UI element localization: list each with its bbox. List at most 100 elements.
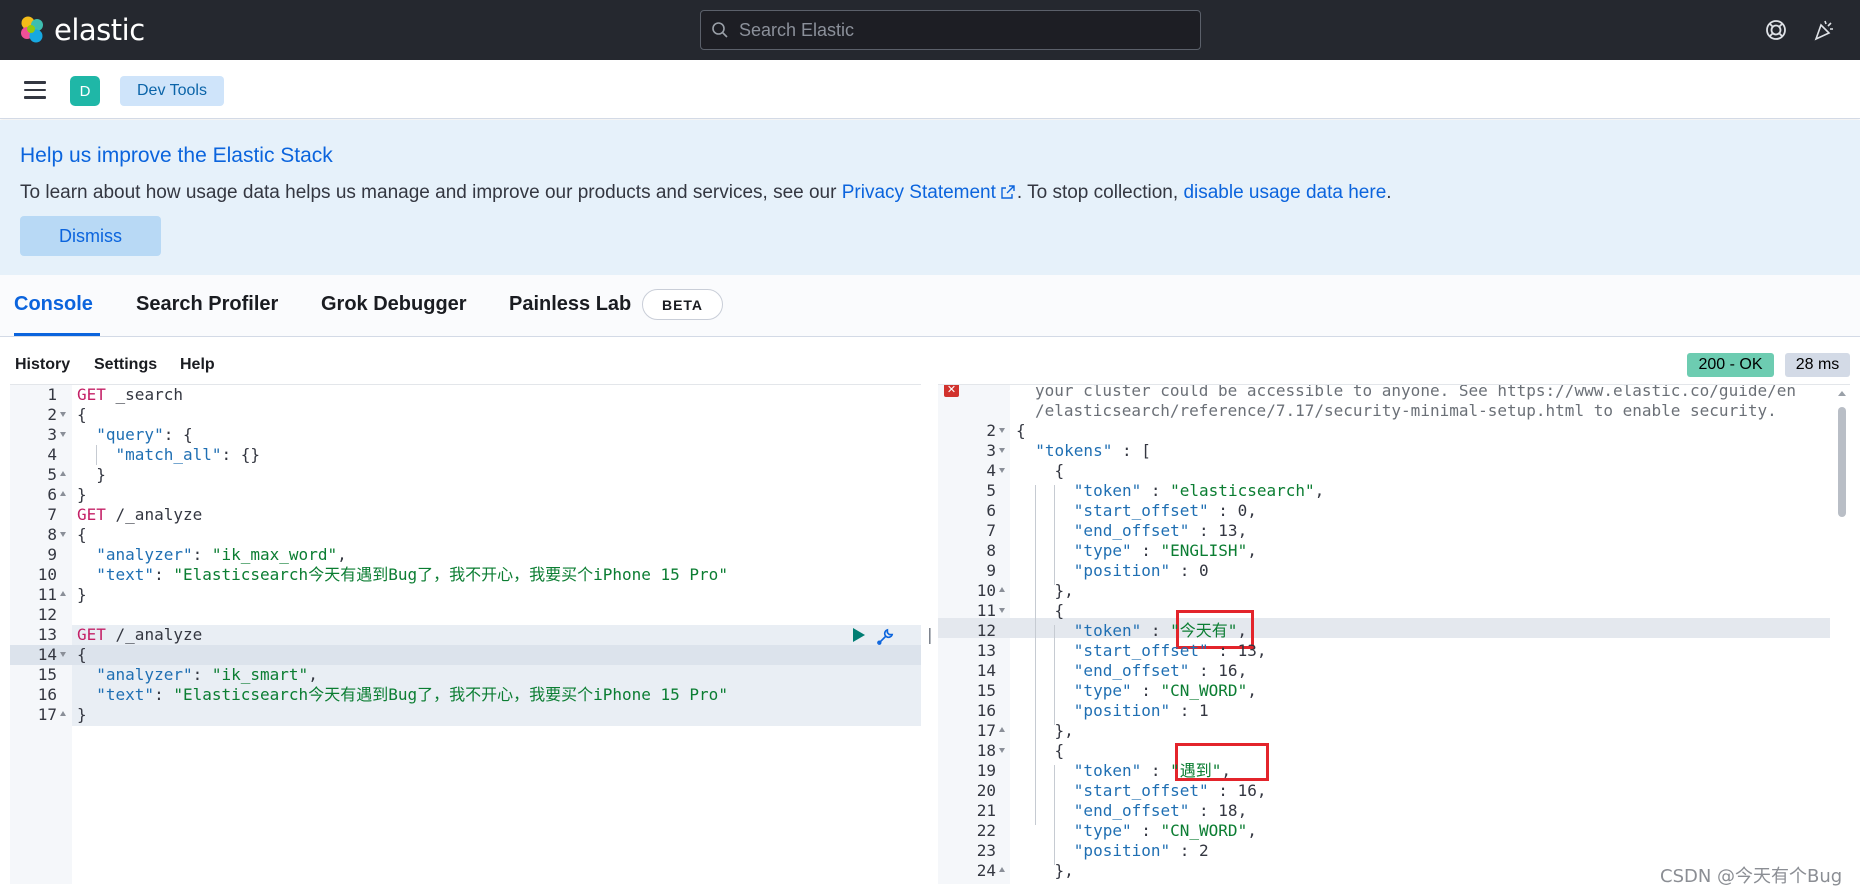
search-input[interactable]	[739, 19, 1179, 41]
code-token: :	[1170, 561, 1200, 580]
search-icon	[712, 22, 728, 38]
tab-console[interactable]: Console	[14, 293, 93, 316]
line-number: 7	[47, 505, 57, 524]
code-token: : {}	[221, 445, 261, 464]
menu-icon[interactable]	[24, 81, 46, 99]
code-token: :	[1189, 521, 1219, 540]
code-token: },	[1016, 721, 1074, 740]
line-number: 3	[986, 441, 996, 460]
request-editor[interactable]: 1 GET _search 2{3 "query": {4 "match_all":…	[10, 384, 921, 884]
fold-collapse-icon[interactable]	[999, 748, 1005, 753]
code-token: ,	[1256, 641, 1267, 660]
tab-painless-lab[interactable]: Painless Lab	[509, 293, 631, 316]
editor-line: 7 GET /_analyze	[10, 505, 921, 525]
panel-resizer[interactable]: ||	[925, 625, 944, 645]
send-request-icon[interactable]	[852, 627, 866, 643]
line-number: 12	[976, 621, 996, 640]
fold-expand-icon[interactable]	[60, 591, 66, 596]
editor-line: 17}	[10, 705, 921, 725]
code-text: "type" : "CN_WORD",	[1016, 681, 1257, 701]
code-token: 18	[1218, 801, 1238, 820]
history-link[interactable]: History	[15, 356, 70, 374]
global-search[interactable]	[700, 10, 1201, 50]
code-token: :	[1131, 821, 1161, 840]
privacy-statement-link[interactable]: Privacy Statement	[842, 182, 996, 203]
elastic-logo[interactable]: elastic	[18, 13, 145, 47]
code-token: }	[77, 705, 87, 724]
code-token: ,	[337, 545, 347, 564]
output-line: 23 "position" : 2	[938, 841, 1850, 861]
news-feed-icon[interactable]	[1812, 18, 1836, 42]
output-line: 14 "end_offset" : 16,	[938, 661, 1850, 681]
fold-expand-icon[interactable]	[60, 491, 66, 496]
fold-expand-icon[interactable]	[999, 867, 1005, 872]
code-token: "match_all"	[115, 445, 222, 464]
output-line: 16 "position" : 1	[938, 701, 1850, 721]
fold-collapse-icon[interactable]	[60, 532, 66, 537]
code-token: 13	[1237, 641, 1257, 660]
code-text: {	[1016, 741, 1065, 761]
code-token: :	[1189, 801, 1219, 820]
code-token: }	[77, 485, 87, 504]
fold-collapse-icon[interactable]	[999, 428, 1005, 433]
tab-grok-debugger[interactable]: Grok Debugger	[321, 293, 467, 316]
code-token: {	[1016, 601, 1065, 620]
console-toolbar: History Settings Help 200 - OK 28 ms	[0, 337, 1860, 383]
code-text: "query": {	[77, 425, 192, 445]
code-token: }	[77, 585, 87, 604]
code-token: "analyzer"	[96, 545, 193, 564]
line-number: 9	[986, 561, 996, 580]
fold-expand-icon[interactable]	[999, 727, 1005, 732]
breadcrumb[interactable]: Dev Tools	[120, 76, 224, 106]
code-token: "end_offset"	[1073, 661, 1190, 680]
line-number: 2	[986, 421, 996, 440]
editor-line: 16 "text": "Elasticsearch今天有遇到Bug了，我不开心，…	[10, 685, 921, 705]
code-token: :	[154, 685, 174, 704]
space-avatar[interactable]: D	[70, 76, 100, 106]
help-link[interactable]: Help	[180, 356, 215, 374]
code-token: "analyzer"	[96, 665, 193, 684]
code-token: "遇到"	[1170, 761, 1222, 780]
tab-search-profiler[interactable]: Search Profiler	[136, 293, 278, 316]
code-token: }	[77, 465, 106, 484]
scroll-up-icon[interactable]	[1838, 391, 1846, 396]
help-icon[interactable]	[1764, 18, 1788, 42]
code-token: ,	[1314, 481, 1325, 500]
line-number: 15	[976, 681, 996, 700]
line-number: 8	[47, 525, 57, 544]
code-token: "position"	[1073, 701, 1171, 720]
fold-collapse-icon[interactable]	[999, 608, 1005, 613]
disable-usage-data-link[interactable]: disable usage data here	[1183, 182, 1386, 203]
status-badge: 200 - OK	[1687, 353, 1774, 377]
editor-line: 6}	[10, 485, 921, 505]
response-output[interactable]: ✕ your cluster could be accessible to an…	[938, 384, 1850, 884]
code-text: "end_offset" : 16,	[1016, 661, 1247, 681]
devtools-tabs: Console Search Profiler Grok Debugger Pa…	[0, 275, 1860, 337]
fold-collapse-icon[interactable]	[60, 652, 66, 657]
fold-expand-icon[interactable]	[999, 587, 1005, 592]
line-number: 7	[986, 521, 996, 540]
output-line: 3 "tokens" : [	[938, 441, 1850, 461]
line-number: 1	[47, 385, 57, 404]
fold-collapse-icon[interactable]	[999, 448, 1005, 453]
fold-collapse-icon[interactable]	[999, 468, 1005, 473]
dismiss-button[interactable]: Dismiss	[20, 216, 161, 256]
code-token: "tokens"	[1035, 441, 1113, 460]
telemetry-callout: Help us improve the Elastic Stack To lea…	[0, 120, 1860, 275]
editor-line: 5 }	[10, 465, 921, 485]
code-text: "token" : "遇到",	[1016, 761, 1231, 781]
wrench-icon[interactable]	[876, 627, 895, 646]
settings-link[interactable]: Settings	[94, 356, 157, 374]
fold-expand-icon[interactable]	[60, 711, 66, 716]
line-number: 9	[47, 545, 57, 564]
line-number: 24	[976, 861, 996, 880]
output-line: 11 {	[938, 601, 1850, 621]
fold-collapse-icon[interactable]	[60, 432, 66, 437]
fold-expand-icon[interactable]	[60, 471, 66, 476]
code-text: "type" : "CN_WORD",	[1016, 821, 1257, 841]
fold-collapse-icon[interactable]	[60, 412, 66, 417]
